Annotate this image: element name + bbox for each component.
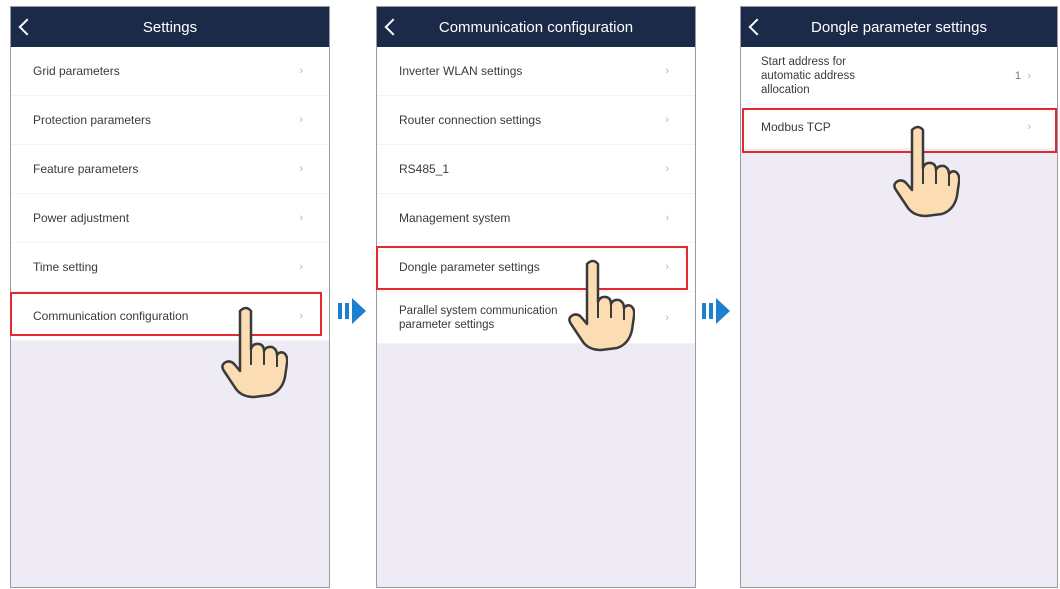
back-icon[interactable] bbox=[748, 18, 766, 36]
menu-item-label: Communication configuration bbox=[33, 309, 189, 323]
menu-item-label: Parallel system communication parameter … bbox=[399, 304, 558, 331]
back-icon[interactable] bbox=[18, 18, 36, 36]
menu-item-label: Inverter WLAN settings bbox=[399, 64, 523, 78]
dongle-list: Start address for automatic address allo… bbox=[741, 47, 1057, 149]
menu-item-time-setting[interactable]: Time setting › bbox=[11, 243, 329, 292]
chevron-right-icon: › bbox=[1027, 120, 1031, 133]
communication-header: Communication configuration bbox=[377, 7, 695, 47]
chevron-right-icon: › bbox=[665, 311, 669, 324]
menu-item-label: Feature parameters bbox=[33, 162, 139, 176]
page-title: Dongle parameter settings bbox=[811, 18, 987, 36]
menu-item-label: Start address for automatic address allo… bbox=[761, 55, 855, 96]
menu-item-rs485-1[interactable]: RS485_1 › bbox=[377, 145, 695, 194]
menu-item-communication-configuration[interactable]: Communication configuration › bbox=[11, 292, 329, 341]
menu-item-feature-parameters[interactable]: Feature parameters › bbox=[11, 145, 329, 194]
menu-item-label: RS485_1 bbox=[399, 162, 450, 176]
menu-item-modbus-tcp[interactable]: Modbus TCP › bbox=[741, 105, 1057, 149]
menu-item-label: Time setting bbox=[33, 260, 98, 274]
menu-item-label: Grid parameters bbox=[33, 64, 120, 78]
communication-list: Inverter WLAN settings › Router connecti… bbox=[377, 47, 695, 344]
menu-item-label: Power adjustment bbox=[33, 211, 130, 225]
menu-item-label: Management system bbox=[399, 211, 511, 225]
chevron-right-icon: › bbox=[299, 261, 303, 273]
chevron-right-icon: › bbox=[299, 65, 303, 77]
chevron-right-icon: › bbox=[665, 261, 669, 273]
setting-value: 1 bbox=[1014, 69, 1021, 82]
double-arrow-right-icon bbox=[338, 298, 366, 324]
menu-item-protection-parameters[interactable]: Protection parameters › bbox=[11, 96, 329, 145]
settings-list: Grid parameters › Protection parameters … bbox=[11, 47, 329, 341]
back-icon[interactable] bbox=[384, 18, 402, 36]
menu-item-label: Protection parameters bbox=[33, 113, 152, 127]
chevron-right-icon: › bbox=[299, 310, 303, 322]
menu-item-parallel-system-communication[interactable]: Parallel system communication parameter … bbox=[377, 292, 695, 344]
settings-screen: Settings Grid parameters › Protection pa… bbox=[10, 6, 330, 588]
menu-item-grid-parameters[interactable]: Grid parameters › bbox=[11, 47, 329, 96]
menu-item-router-connection-settings[interactable]: Router connection settings › bbox=[377, 96, 695, 145]
dongle-parameter-settings-screen: Dongle parameter settings Start address … bbox=[740, 6, 1058, 588]
settings-header: Settings bbox=[11, 7, 329, 47]
menu-item-start-address[interactable]: Start address for automatic address allo… bbox=[741, 47, 1057, 105]
menu-item-label: Dongle parameter settings bbox=[399, 260, 540, 274]
menu-item-dongle-parameter-settings[interactable]: Dongle parameter settings › bbox=[377, 243, 695, 292]
menu-item-label: Modbus TCP bbox=[761, 119, 831, 134]
chevron-right-icon: › bbox=[665, 163, 669, 175]
chevron-right-icon: › bbox=[665, 65, 669, 77]
chevron-right-icon: › bbox=[299, 212, 303, 224]
chevron-right-icon: › bbox=[1027, 69, 1031, 82]
chevron-right-icon: › bbox=[665, 114, 669, 126]
chevron-right-icon: › bbox=[299, 163, 303, 175]
menu-item-power-adjustment[interactable]: Power adjustment › bbox=[11, 194, 329, 243]
communication-configuration-screen: Communication configuration Inverter WLA… bbox=[376, 6, 696, 588]
menu-item-label: Router connection settings bbox=[399, 113, 542, 127]
double-arrow-right-icon bbox=[702, 298, 730, 324]
page-title: Settings bbox=[142, 18, 198, 36]
page-title: Communication configuration bbox=[438, 18, 634, 36]
chevron-right-icon: › bbox=[299, 114, 303, 126]
menu-item-inverter-wlan-settings[interactable]: Inverter WLAN settings › bbox=[377, 47, 695, 96]
dongle-header: Dongle parameter settings bbox=[741, 7, 1057, 47]
chevron-right-icon: › bbox=[665, 212, 669, 224]
menu-item-management-system[interactable]: Management system › bbox=[377, 194, 695, 243]
